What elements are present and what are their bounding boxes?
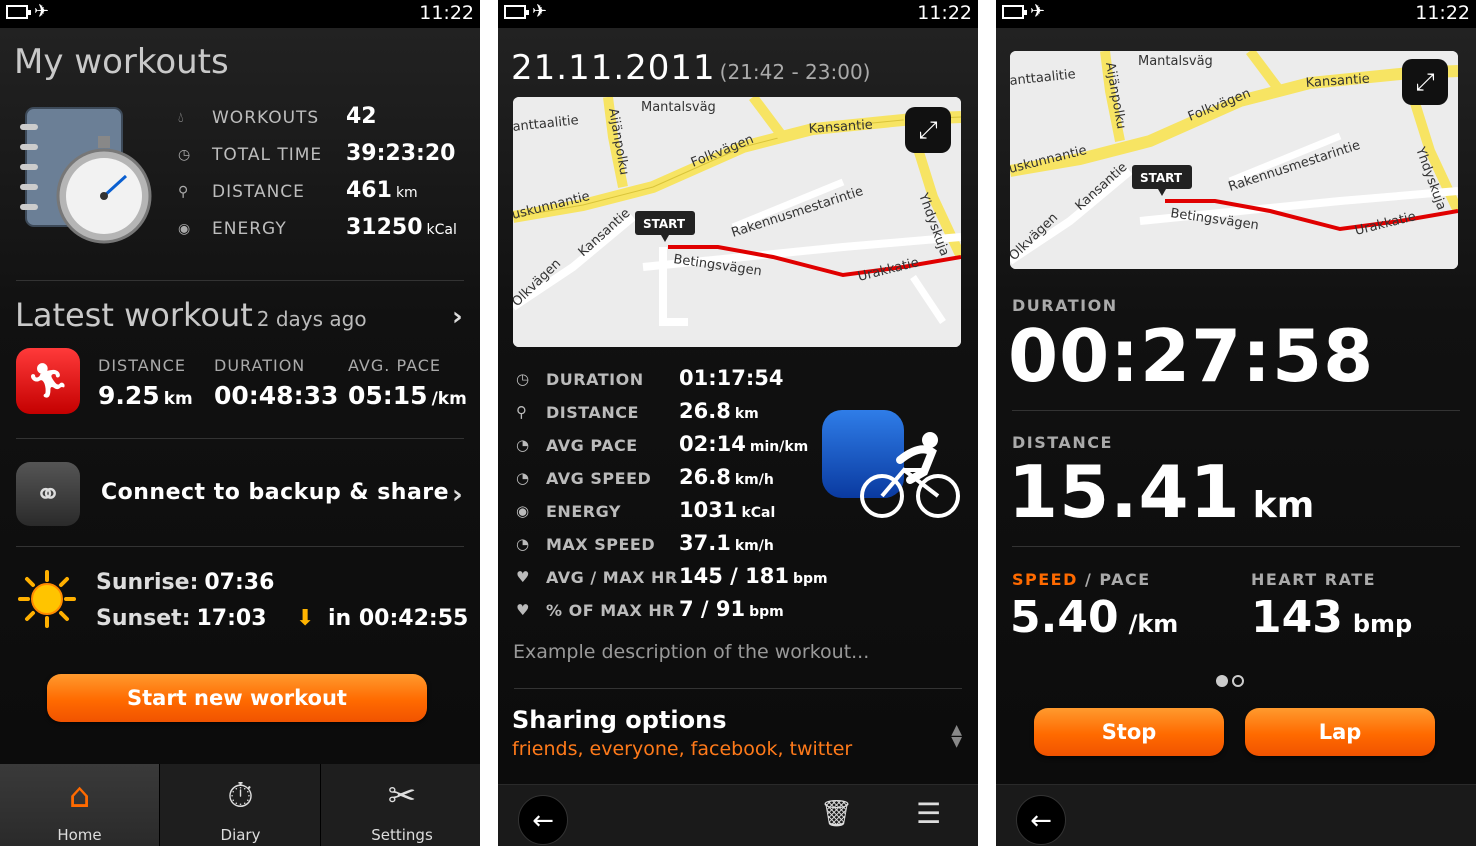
tab-diary[interactable]: ⏱ Diary: [161, 764, 321, 846]
gauge-icon: ◔: [516, 436, 530, 454]
heart-rate-label: HEART RATE: [1251, 570, 1377, 589]
trash-icon[interactable]: 🗑︎: [820, 799, 853, 829]
latest-distance: DISTANCE 9.25 km: [98, 356, 193, 410]
sunset-countdown: in 00:42:55: [328, 606, 469, 631]
stat-energy: ◉ ENERGY 31250 kCal: [178, 215, 457, 240]
sharing-options-value[interactable]: friends, everyone, facebook, twitter: [512, 738, 852, 760]
route-map[interactable]: Mantalsväg anttaalitie Aijänpolku Folkvä…: [1010, 51, 1458, 269]
gauge-icon: ◔: [516, 469, 530, 487]
svg-text:Mantalsväg: Mantalsväg: [641, 100, 716, 115]
stop-button[interactable]: Stop: [1034, 708, 1224, 756]
status-bar: ✈ 11:22: [498, 0, 978, 28]
workout-date: 21.11.2011 (21:42 - 23:00): [511, 48, 871, 88]
tab-home[interactable]: ⌂ Home: [0, 764, 160, 846]
active-workout-screen: ✈ 11:22 Mantalsväg anttaalitie Aijänpolk…: [996, 0, 1476, 846]
heart-icon: ♥: [516, 601, 530, 619]
workout-description[interactable]: Example description of the workout...: [513, 641, 869, 663]
bottom-toolbar: ← 🗑︎ ☰: [498, 784, 978, 846]
expand-map-icon[interactable]: ⤢: [1402, 59, 1448, 105]
speed-value: 5.40/km: [1010, 592, 1179, 643]
airplane-icon: ✈: [1030, 1, 1046, 22]
status-time: 11:22: [1415, 2, 1470, 24]
stopwatch-icon: [20, 107, 152, 244]
divider: [514, 688, 962, 689]
duration-value: 00:27:58: [1008, 314, 1375, 398]
row-pct-max-hr: ♥% OF MAX HR 7 / 91 bpm: [516, 597, 784, 621]
svg-text:START: START: [1140, 171, 1183, 185]
map-canvas: Mantalsväg anttaalitie Aijänpolku Folkvä…: [513, 97, 961, 347]
battery-icon: [6, 5, 31, 19]
heart-icon: ♥: [516, 568, 530, 586]
page-dot-2[interactable]: [1232, 675, 1244, 687]
drop-icon: 💧︎: [178, 110, 184, 126]
latest-workout-title[interactable]: Latest workout 2 days ago: [15, 296, 367, 334]
status-bar: ✈ 11:22: [0, 0, 480, 28]
airplane-icon: ✈: [34, 1, 50, 22]
divider: [16, 546, 464, 547]
divider: [16, 438, 464, 439]
arrow-down-icon: ⬇: [296, 606, 315, 631]
distance-icon: ⚲: [516, 403, 527, 421]
svg-text:START: START: [643, 217, 686, 231]
page-indicator[interactable]: [1216, 672, 1248, 691]
status-time: 11:22: [419, 2, 474, 24]
lap-button[interactable]: Lap: [1245, 708, 1435, 756]
back-arrow-icon[interactable]: ←: [518, 795, 568, 845]
page-dot-1[interactable]: [1216, 675, 1228, 687]
energy-icon: ◉: [516, 502, 530, 520]
airplane-icon: ✈: [532, 1, 548, 22]
divider: [16, 280, 464, 281]
energy-icon: ◉: [178, 221, 191, 237]
clock-icon: ◷: [178, 147, 191, 163]
workout-detail-screen: ✈ 11:22 21.11.2011 (21:42 - 23:00) Mantal…: [498, 0, 978, 846]
speed-pace-label[interactable]: SPEED / PACE: [1012, 570, 1151, 589]
expand-map-icon[interactable]: ⤢: [905, 107, 951, 153]
home-icon: ⌂: [68, 776, 91, 816]
home-screen: ✈ 11:22 My workouts 💧︎ WORKOUTS 42 ◷ TOT…: [0, 0, 480, 846]
start-workout-button[interactable]: Start new workout: [47, 674, 427, 722]
clock-icon: ◷: [516, 370, 530, 388]
running-icon[interactable]: 🏃︎: [16, 348, 80, 414]
settings-icon: ✂︎: [387, 776, 417, 816]
connect-backup-share[interactable]: Connect to backup & share: [101, 480, 449, 505]
menu-icon[interactable]: ☰: [916, 797, 941, 830]
battery-icon: [504, 5, 529, 19]
stat-distance: ⚲ DISTANCE 461 km: [178, 178, 418, 203]
gauge-icon: ◔: [516, 535, 530, 553]
stat-total-time: ◷ TOTAL TIME 39:23:20: [178, 141, 456, 166]
cycling-icon: [822, 410, 960, 518]
chevron-right-icon[interactable]: ›: [452, 302, 463, 332]
tab-settings[interactable]: ✂︎ Settings: [322, 764, 480, 846]
battery-icon: [1002, 5, 1027, 19]
link-icon[interactable]: ⚭: [16, 462, 80, 526]
sun-icon: [18, 570, 76, 628]
sunrise-time: Sunrise: 07:36: [96, 570, 275, 595]
tab-bar: ⌂ Home ⏱ Diary ✂︎ Settings: [0, 764, 480, 846]
row-avg-max-hr: ♥ AVG / MAX HR 145 / 181 bpm: [516, 564, 828, 588]
divider: [1012, 410, 1460, 411]
page-title: My workouts: [14, 42, 229, 82]
sunset-time: Sunset: 17:03: [96, 606, 267, 631]
heart-rate-value: 143 bmp: [1251, 592, 1413, 643]
map-canvas: Mantalsväg anttaalitie Aijänpolku Folkvä…: [1010, 51, 1458, 269]
updown-icon[interactable]: ▲ ▼: [951, 723, 962, 749]
distance-value: 15.41 km: [1008, 450, 1315, 534]
status-bar: ✈ 11:22: [996, 0, 1476, 28]
chevron-right-icon[interactable]: ›: [452, 480, 463, 510]
stat-workouts: 💧︎ WORKOUTS 42: [178, 104, 377, 129]
bottom-toolbar: ←: [996, 784, 1476, 846]
diary-icon: ⏱: [227, 776, 254, 816]
latest-duration: DURATION 00:48:33: [214, 356, 339, 410]
sharing-options-title[interactable]: Sharing options: [512, 706, 726, 734]
status-time: 11:22: [917, 2, 972, 24]
route-map[interactable]: Mantalsväg anttaalitie Aijänpolku Folkvä…: [513, 97, 961, 347]
distance-icon: ⚲: [178, 184, 189, 200]
latest-pace: AVG. PACE 05:15/km: [348, 356, 467, 410]
svg-text:Mantalsväg: Mantalsväg: [1138, 54, 1213, 69]
back-arrow-icon[interactable]: ←: [1016, 795, 1066, 845]
duration-label: DURATION: [1012, 296, 1118, 315]
divider: [1012, 546, 1460, 547]
row-duration: ◷ DURATION 01:17:54: [516, 366, 784, 390]
